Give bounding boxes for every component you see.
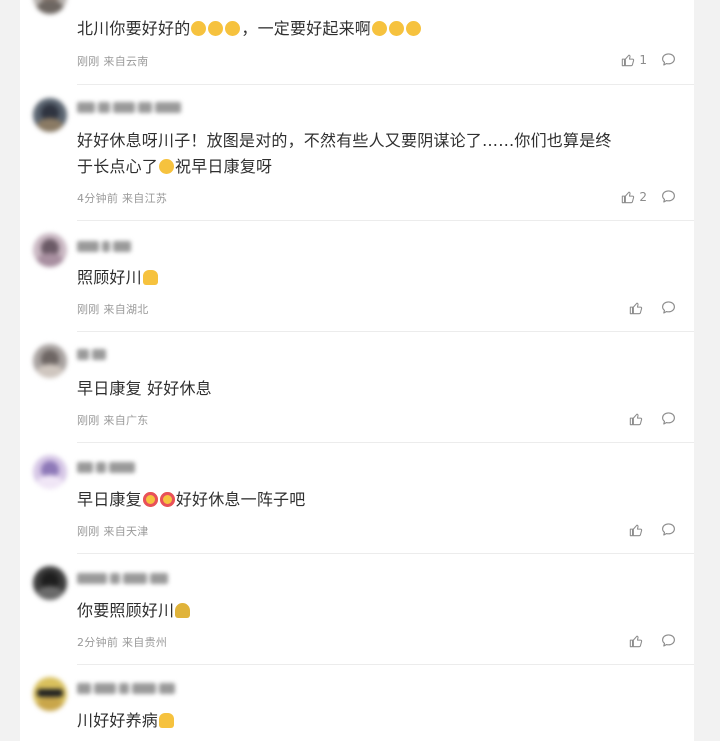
reply-button[interactable] — [661, 633, 676, 648]
comment-text: 早日康复 好好休息 — [77, 376, 687, 402]
comment-list: 北川你要好好的 ，一定要好起来啊 刚刚 来自云南 1 好好休息呀川子！放图是对的，… — [20, 0, 694, 741]
comment-actions — [629, 411, 676, 426]
person-hugging-emoji-icon — [142, 270, 158, 285]
user-avatar[interactable] — [33, 677, 67, 711]
thumbs-up-icon — [629, 302, 643, 314]
comment-bubble-icon — [662, 53, 675, 66]
like-button[interactable] — [629, 523, 647, 537]
thumbs-up-icon — [629, 524, 643, 536]
reply-button[interactable] — [661, 522, 676, 537]
comment-text-part: 早日康复 — [77, 490, 142, 509]
like-button[interactable] — [629, 412, 647, 426]
comment-divider — [77, 331, 694, 332]
comment-text: 川好好养病 — [77, 708, 687, 734]
reply-button[interactable] — [661, 411, 676, 426]
user-avatar[interactable] — [33, 98, 67, 132]
comment-text-part: 你要照顾好川 — [77, 601, 175, 620]
comment-text-part: ，一定要好起来啊 — [241, 19, 372, 38]
comment-meta: 刚刚 来自广东 — [77, 414, 149, 427]
like-count: 1 — [639, 52, 647, 67]
thumbs-up-icon — [629, 413, 643, 425]
username-redacted[interactable] — [77, 683, 175, 695]
comment-actions — [629, 522, 676, 537]
crying-face-emoji-icon — [191, 21, 207, 36]
like-button[interactable] — [629, 301, 647, 315]
laughing-face-emoji-icon — [159, 159, 175, 174]
comment-text-part: 祝早日康复呀 — [175, 157, 273, 176]
crying-face-emoji-icon — [208, 21, 224, 36]
comment-text: 你要照顾好川 — [77, 598, 687, 624]
comment-meta: 4分钟前 来自江苏 — [77, 192, 168, 205]
comment-bubble-icon — [662, 190, 675, 203]
crying-face-emoji-icon — [372, 21, 388, 36]
comment-divider — [77, 664, 694, 665]
comment-text-part: 于长点心了 — [77, 157, 159, 176]
like-button[interactable]: 1 — [621, 53, 647, 67]
username-redacted[interactable] — [77, 102, 181, 114]
user-avatar[interactable] — [33, 0, 67, 14]
heart-eyes-emoji-icon — [159, 492, 175, 507]
comment-text-line: 于长点心了 祝早日康复呀 — [77, 154, 687, 180]
comment-text: 照顾好川 — [77, 265, 687, 291]
username-redacted[interactable] — [77, 573, 168, 585]
comment-text: 早日康复 好好休息一阵子吧 — [77, 487, 687, 513]
username-redacted[interactable] — [77, 349, 106, 361]
comment-meta: 2分钟前 来自贵州 — [77, 636, 168, 649]
user-avatar[interactable] — [33, 455, 67, 489]
reply-button[interactable] — [661, 189, 676, 204]
comment-divider — [77, 442, 694, 443]
flower-bouquet-emoji-icon — [175, 603, 191, 618]
comment-divider — [77, 84, 694, 85]
comment-bubble-icon — [662, 634, 675, 647]
reply-button[interactable] — [661, 52, 676, 67]
thumbs-up-icon — [629, 635, 643, 647]
username-redacted[interactable] — [77, 462, 135, 474]
like-button[interactable]: 2 — [621, 190, 647, 204]
comment-text-line: 好好休息呀川子！放图是对的，不然有些人又要阴谋论了……你们也算是终 — [77, 131, 612, 150]
crying-face-emoji-icon — [406, 21, 422, 36]
comment-bubble-icon — [662, 412, 675, 425]
comment-text-part: 好好休息一阵子吧 — [175, 490, 306, 509]
crying-face-emoji-icon — [389, 21, 405, 36]
user-avatar[interactable] — [33, 344, 67, 378]
comment-actions — [629, 300, 676, 315]
comment-actions — [629, 633, 676, 648]
like-button[interactable] — [629, 634, 647, 648]
comment-text-part: 川好好养病 — [77, 711, 159, 730]
person-hugging-emoji-icon — [159, 713, 175, 728]
comment-text-part: 北川你要好好的 — [77, 19, 191, 38]
comment-actions: 1 — [621, 52, 676, 67]
comment-text: 好好休息呀川子！放图是对的，不然有些人又要阴谋论了……你们也算是终 于长点心了祝… — [77, 128, 687, 180]
comment-meta: 刚刚 来自云南 — [77, 55, 149, 68]
comment-meta: 刚刚 来自湖北 — [77, 303, 149, 316]
like-count: 2 — [639, 189, 647, 204]
comment-text-part: 照顾好川 — [77, 268, 142, 287]
reply-button[interactable] — [661, 300, 676, 315]
crying-face-emoji-icon — [225, 21, 241, 36]
username-redacted[interactable] — [77, 241, 131, 253]
user-avatar[interactable] — [33, 233, 67, 267]
comment-bubble-icon — [662, 523, 675, 536]
comment-bubble-icon — [662, 301, 675, 314]
comment-text: 北川你要好好的 ，一定要好起来啊 — [77, 16, 687, 42]
comment-text-part: 早日康复 好好休息 — [77, 379, 212, 398]
comment-divider — [77, 220, 694, 221]
comment-meta: 刚刚 来自天津 — [77, 525, 149, 538]
heart-eyes-emoji-icon — [142, 492, 158, 507]
thumbs-up-icon — [622, 54, 635, 66]
comment-actions: 2 — [621, 189, 676, 204]
comment-divider — [77, 553, 694, 554]
thumbs-up-icon — [622, 191, 635, 203]
user-avatar[interactable] — [33, 566, 67, 600]
